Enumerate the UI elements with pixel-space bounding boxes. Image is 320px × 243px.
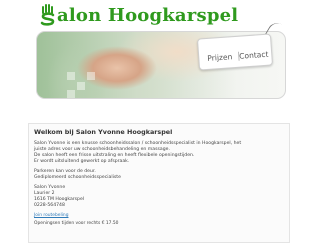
address-phone: 0228-564748 (34, 203, 65, 208)
page-title: Welkom bij Salon Yvonne Hoogkarspel (34, 128, 173, 136)
main-nav: Prijzen Contact (196, 33, 274, 71)
nav-link-prijzen[interactable]: Prijzen (207, 51, 240, 63)
logo-text: alon Hoogkarspel (57, 4, 239, 26)
logo[interactable]: alon Hoogkarspel (40, 2, 238, 28)
route-link[interactable]: Join routebeling (34, 213, 284, 218)
address-block: Salon Yvonne Laurier 2 1616 TM Hoogkarsp… (34, 185, 284, 209)
hand-s-icon (40, 4, 56, 26)
decorative-squares (67, 72, 107, 98)
hours-teaser: Openingsen tijden voor rechts € 17.50 (34, 221, 119, 226)
qualification-line: Gediplomeerd schoonheidsspecialiste (34, 175, 121, 180)
content-panel: Welkom bij Salon Yvonne Hoogkarspel Salo… (28, 123, 290, 243)
intro-line: Er wordt uitsluitend gewerkt op afspraak… (34, 159, 130, 164)
nav-link-contact[interactable]: Contact (239, 50, 269, 61)
intro-paragraph: Salon Yvonne is een knusse schoonheidssa… (34, 141, 284, 165)
parking-paragraph: Parkeren kan voor de deur. Gediplomeerd … (34, 169, 284, 181)
